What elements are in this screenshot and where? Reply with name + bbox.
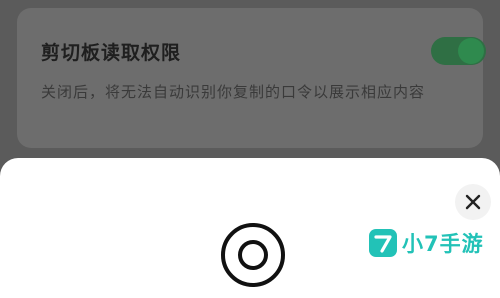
clipboard-permission-title: 剪切板读取权限 [41, 42, 182, 64]
clipboard-permission-toggle[interactable] [431, 37, 486, 65]
watermark-text: 小7手游 [402, 232, 484, 256]
ring-icon [221, 223, 285, 287]
close-button[interactable] [455, 184, 491, 220]
watermark: 小7手游 [368, 226, 484, 260]
clipboard-permission-description: 关闭后，将无法自动识别你复制的口令以展示相应内容 [41, 83, 426, 101]
toggle-knob [458, 38, 484, 64]
close-icon [465, 194, 481, 210]
watermark-logo-icon [369, 229, 397, 257]
settings-card: 剪切板读取权限 关闭后，将无法自动识别你复制的口令以展示相应内容 [17, 8, 486, 148]
